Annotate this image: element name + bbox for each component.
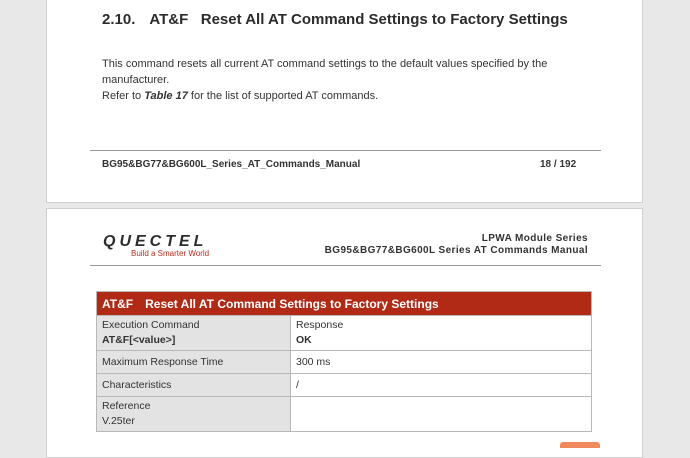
reference-label: Reference — [102, 400, 151, 412]
row-label: Execution Command AT&F[<value>] — [96, 315, 291, 351]
section-title: AT&F Reset All AT Command Settings to Fa… — [149, 11, 568, 28]
exec-command-syntax: AT&F[<value>] — [102, 334, 176, 346]
table-row: Maximum Response Time 300 ms — [96, 350, 592, 374]
response-label: Response — [296, 319, 344, 331]
section-body: This command resets all current AT comma… — [102, 56, 602, 104]
command-table: AT&F Reset All AT Command Settings to Fac… — [96, 291, 592, 432]
body-prefix: Refer to — [102, 90, 142, 102]
row-label: Maximum Response Time — [96, 350, 291, 374]
table-row: Reference V.25ter — [96, 396, 592, 432]
body-suffix: for the list of supported AT commands. — [190, 90, 379, 102]
pdf-page-19: QUECTEL Build a Smarter World LPWA Modul… — [46, 208, 643, 458]
row-value — [290, 396, 592, 432]
exec-command-label: Execution Command — [102, 319, 200, 331]
footer-document-name: BG95&BG77&BG600L_Series_AT_Commands_Manu… — [102, 159, 361, 170]
table-reference-link[interactable]: Table 17 — [144, 90, 188, 102]
table-command: AT&F — [102, 296, 134, 311]
scroll-indicator — [560, 442, 600, 448]
header-divider — [90, 265, 601, 266]
table-row: Execution Command AT&F[<value>] Response… — [96, 315, 592, 351]
page-header: LPWA Module Series BG95&BG77&BG600L Seri… — [325, 233, 588, 257]
quectel-logo: QUECTEL Build a Smarter World — [103, 233, 209, 258]
table-title: Reset All AT Command Settings to Factory… — [145, 296, 439, 311]
section-number: 2.10. — [102, 11, 136, 28]
row-value: 300 ms — [290, 350, 592, 374]
row-value: / — [290, 373, 592, 397]
footer-divider — [90, 150, 601, 151]
row-label: Characteristics — [96, 373, 291, 397]
body-line-1: This command resets all current AT comma… — [102, 58, 548, 86]
header-manual: BG95&BG77&BG600L Series AT Commands Manu… — [324, 245, 588, 256]
section-heading: 2.10. AT&F Reset All AT Command Settings … — [102, 11, 568, 28]
logo-wordmark: QUECTEL — [103, 233, 208, 250]
footer-page-number: 18 / 192 — [540, 159, 577, 170]
row-value: Response OK — [290, 315, 592, 351]
reference-value: V.25ter — [102, 415, 135, 427]
table-row: Characteristics / — [96, 373, 592, 397]
pdf-page-18: 2.10. AT&F Reset All AT Command Settings … — [46, 0, 643, 203]
response-ok: OK — [296, 334, 312, 346]
header-series: LPWA Module Series — [481, 233, 588, 244]
row-label: Reference V.25ter — [96, 396, 291, 432]
table-header: AT&F Reset All AT Command Settings to Fac… — [96, 291, 592, 316]
